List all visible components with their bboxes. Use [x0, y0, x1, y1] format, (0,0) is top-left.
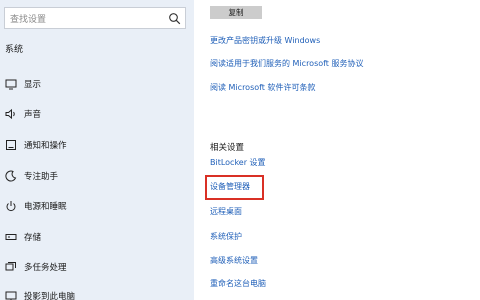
- sidebar-item-label: 专注助手: [24, 172, 59, 182]
- rename-pc-link[interactable]: 重命名这台电脑: [210, 278, 266, 289]
- sidebar-item-label: 多任务处理: [24, 263, 67, 273]
- sidebar-item-sound[interactable]: 声音: [0, 102, 194, 126]
- related-settings-title: 相关设置: [210, 143, 245, 153]
- advanced-system-settings-link[interactable]: 高级系统设置: [210, 255, 258, 266]
- storage-icon: [5, 231, 17, 243]
- sidebar-title: 系统: [5, 45, 24, 55]
- sidebar-item-label: 声音: [24, 110, 42, 120]
- sidebar-item-label: 电源和睡眠: [24, 202, 67, 212]
- sidebar-item-label: 通知和操作: [24, 141, 67, 151]
- change-product-key-link[interactable]: 更改产品密钥或升级 Windows: [210, 35, 320, 46]
- multitasking-icon: [5, 261, 17, 273]
- focus-assist-icon: [5, 170, 17, 182]
- main-content: 复制 更改产品密钥或升级 Windows 阅读适用于我们服务的 Microsof…: [194, 0, 480, 300]
- sidebar-item-notifications[interactable]: 通知和操作: [0, 133, 194, 157]
- sidebar-item-storage[interactable]: 存储: [0, 225, 194, 249]
- search-icon[interactable]: [168, 12, 181, 25]
- device-manager-link[interactable]: 设备管理器: [210, 181, 250, 192]
- power-icon: [5, 200, 17, 212]
- sidebar-item-multitasking[interactable]: 多任务处理: [0, 255, 194, 279]
- remote-desktop-link[interactable]: 远程桌面: [210, 206, 242, 217]
- search-input[interactable]: 查找设置: [4, 7, 186, 29]
- sidebar-item-label: 投影到此电脑: [24, 292, 76, 300]
- copy-button[interactable]: 复制: [210, 6, 262, 19]
- sidebar-item-display[interactable]: 显示: [0, 72, 194, 96]
- license-terms-link[interactable]: 阅读 Microsoft 软件许可条款: [210, 82, 316, 93]
- sidebar-item-label: 存储: [24, 233, 42, 243]
- speaker-icon: [5, 108, 17, 120]
- sidebar-item-power-sleep[interactable]: 电源和睡眠: [0, 194, 194, 218]
- service-agreement-link[interactable]: 阅读适用于我们服务的 Microsoft 服务协议: [210, 58, 364, 69]
- system-protection-link[interactable]: 系统保护: [210, 231, 242, 242]
- notification-icon: [5, 139, 17, 151]
- sidebar-item-focus-assist[interactable]: 专注助手: [0, 164, 194, 188]
- sidebar-item-projecting[interactable]: 投影到此电脑: [0, 284, 194, 300]
- display-icon: [5, 78, 17, 90]
- sidebar: 查找设置 系统 显示 声音 通知和操作 专注助手 电源和睡眠 存储 多任务处理 …: [0, 0, 194, 300]
- projecting-icon: [5, 290, 17, 300]
- bitlocker-settings-link[interactable]: BitLocker 设置: [210, 157, 266, 168]
- search-placeholder: 查找设置: [10, 15, 47, 25]
- sidebar-item-label: 显示: [24, 80, 42, 90]
